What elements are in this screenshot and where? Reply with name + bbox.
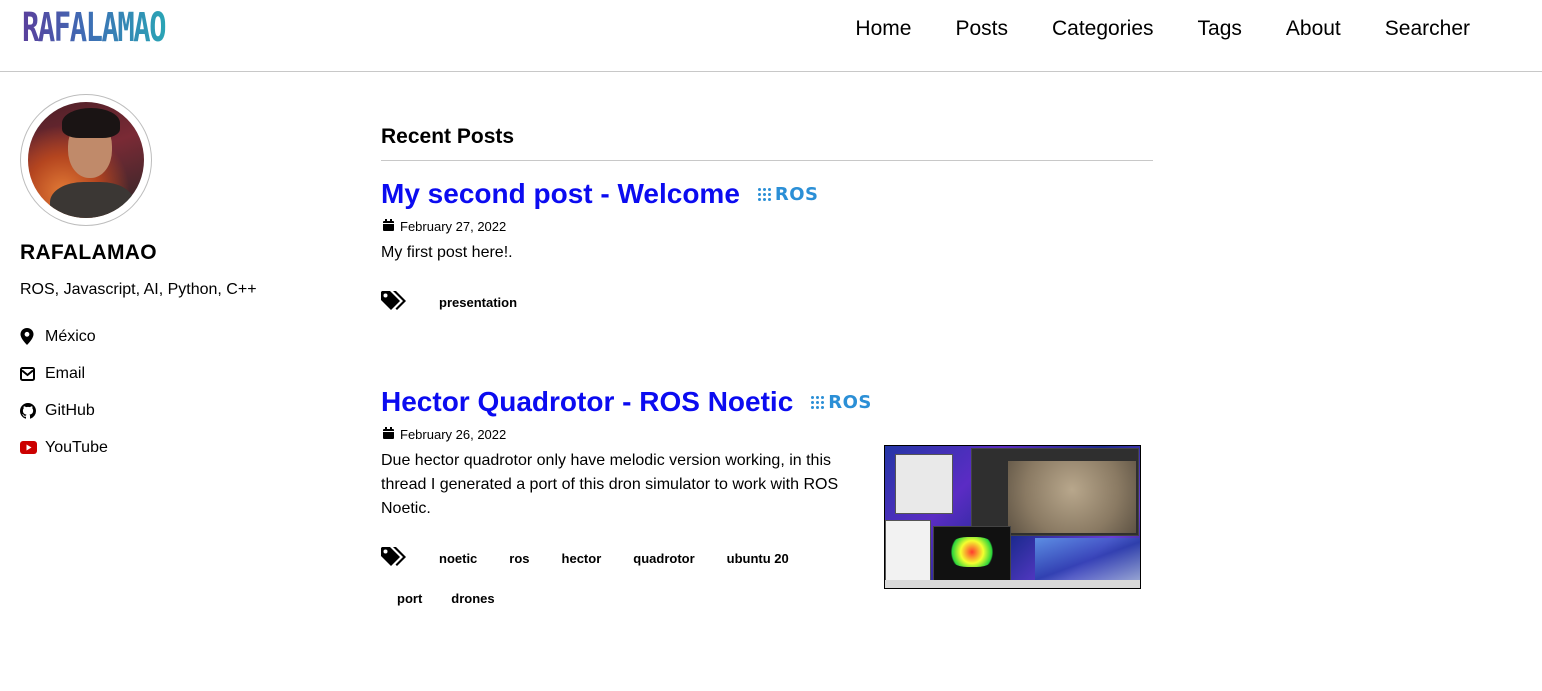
tag-link[interactable]: hector: [546, 539, 618, 579]
main-nav: Home Posts Categories Tags About Searche…: [833, 16, 1492, 42]
nav-searcher[interactable]: Searcher: [1363, 16, 1492, 42]
author-links: México Email GitHub YouTube: [20, 318, 320, 466]
github-icon: [20, 402, 42, 420]
avatar: [20, 94, 152, 226]
avatar-photo: [28, 102, 144, 218]
nav-tags[interactable]: Tags: [1176, 16, 1264, 42]
tag-link[interactable]: noetic: [423, 539, 493, 579]
calendar-icon: [383, 219, 394, 235]
tag-link[interactable]: port: [381, 579, 438, 619]
envelope-icon: [20, 365, 42, 383]
category-badge[interactable]: ROS: [811, 392, 872, 413]
category-badge[interactable]: ROS: [757, 183, 819, 205]
recent-posts-section: Recent Posts My second post - Welcome RO…: [381, 124, 1153, 619]
youtube-icon: [20, 439, 42, 457]
category-label: ROS: [774, 183, 819, 205]
post-date: February 26, 2022: [381, 427, 1153, 443]
category-label: ROS: [828, 391, 872, 413]
tag-link[interactable]: presentation: [423, 283, 533, 323]
youtube-label: YouTube: [45, 438, 108, 456]
post-summary: My first post here!.: [381, 244, 513, 261]
post-title-link[interactable]: My second post - Welcome: [381, 177, 740, 211]
github-link[interactable]: GitHub: [20, 392, 320, 429]
nav-home[interactable]: Home: [833, 16, 933, 42]
post-thumbnail[interactable]: [884, 445, 1141, 589]
email-link[interactable]: Email: [20, 355, 320, 392]
nav-posts[interactable]: Posts: [933, 16, 1030, 42]
tag-link[interactable]: ubuntu 20: [711, 539, 805, 579]
post-tags: presentation: [381, 283, 1153, 323]
author-name: RAFALAMAO: [20, 241, 157, 264]
youtube-link[interactable]: YouTube: [20, 429, 320, 466]
map-pin-icon: [20, 328, 42, 346]
ros-logo-icon: [811, 395, 825, 409]
site-logo[interactable]: RAFALAMAO: [22, 6, 167, 50]
post-card: Hector Quadrotor - ROS Noetic ROS Februa…: [381, 385, 1153, 619]
tags-icon: [381, 546, 409, 573]
post-title-link[interactable]: Hector Quadrotor - ROS Noetic: [381, 385, 793, 419]
location-link[interactable]: México: [20, 318, 320, 355]
nav-about[interactable]: About: [1264, 16, 1363, 42]
calendar-icon: [383, 427, 394, 443]
tags-icon: [381, 290, 409, 317]
post-card: My second post - Welcome ROS February 27…: [381, 177, 1153, 323]
post-summary: Due hector quadrotor only have melodic v…: [381, 452, 839, 517]
post-date: February 27, 2022: [381, 219, 1153, 235]
ros-logo-icon: [757, 187, 771, 201]
location-label: México: [45, 327, 96, 345]
site-header: RAFALAMAO Home Posts Categories Tags Abo…: [0, 0, 1542, 72]
nav-categories[interactable]: Categories: [1030, 16, 1176, 42]
post-date-text: February 27, 2022: [400, 219, 507, 234]
section-title: Recent Posts: [381, 124, 1153, 161]
author-bio: ROS, Javascript, AI, Python, C++: [20, 281, 257, 298]
tag-link[interactable]: quadrotor: [617, 539, 710, 579]
tag-link[interactable]: drones: [438, 579, 510, 619]
github-label: GitHub: [45, 401, 95, 419]
author-sidebar: RAFALAMAO ROS, Javascript, AI, Python, C…: [20, 94, 320, 466]
tag-link[interactable]: ros: [493, 539, 545, 579]
post-tags: noetic ros hector quadrotor ubuntu 20 po…: [381, 539, 851, 619]
post-date-text: February 26, 2022: [400, 427, 507, 442]
email-label: Email: [45, 364, 86, 382]
